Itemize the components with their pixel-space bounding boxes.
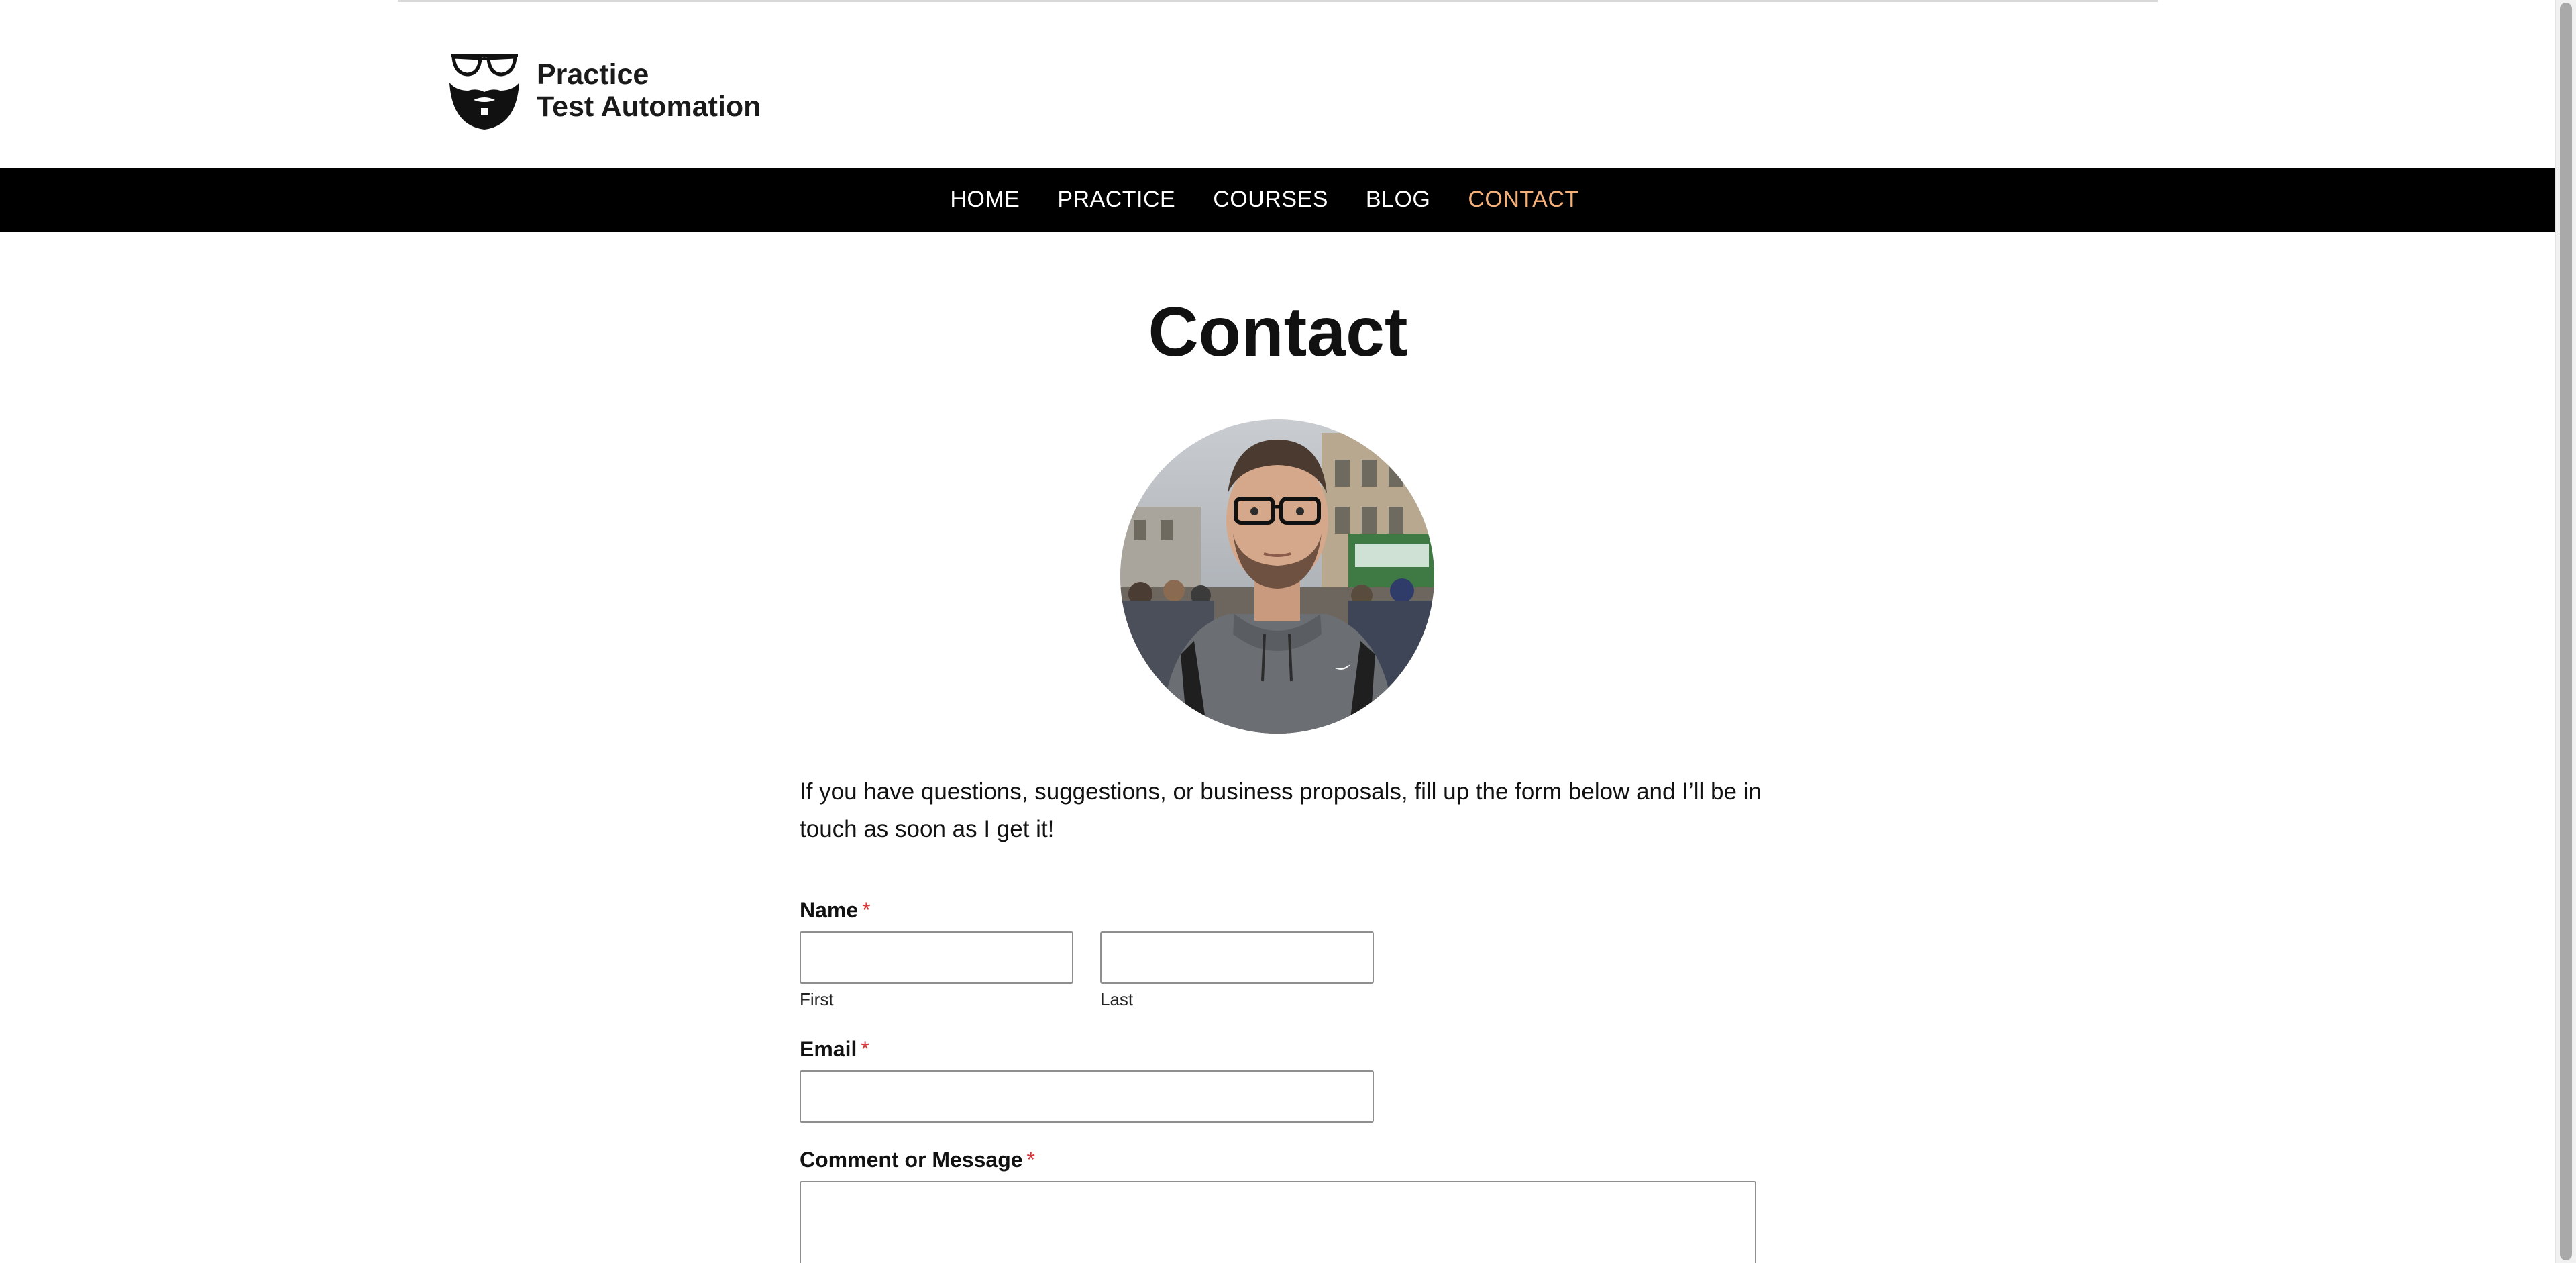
page-scrollbar[interactable] <box>2555 0 2576 1263</box>
page-viewport: Practice Test Automation HOME PRACTICE C… <box>0 0 2556 1263</box>
nav-item-contact[interactable]: CONTACT <box>1468 187 1578 213</box>
page-title: Contact <box>1148 293 1408 371</box>
nav-item-home[interactable]: HOME <box>950 187 1020 213</box>
author-photo <box>1120 419 1434 734</box>
header-top-border <box>398 0 2158 2</box>
site-logo[interactable]: Practice Test Automation <box>448 47 761 134</box>
email-label: Email * <box>800 1037 869 1062</box>
nav-item-courses[interactable]: COURSES <box>1213 187 1328 213</box>
name-label-text: Name <box>800 898 859 922</box>
bearded-glasses-logo-icon <box>449 54 519 130</box>
logo-line-2: Test Automation <box>537 91 761 123</box>
email-label-text: Email <box>800 1037 857 1061</box>
intro-text: If you have questions, suggestions, or b… <box>800 778 1762 842</box>
logo-text: Practice Test Automation <box>537 58 761 123</box>
name-required-mark: * <box>862 898 871 922</box>
first-name-sublabel: First <box>800 989 834 1009</box>
first-name-input[interactable] <box>800 931 1073 984</box>
nav-item-blog[interactable]: BLOG <box>1366 187 1430 213</box>
last-name-sublabel: Last <box>1100 989 1134 1009</box>
nav-item-practice[interactable]: PRACTICE <box>1057 187 1175 213</box>
message-label-text: Comment or Message <box>800 1148 1023 1172</box>
logo-line-1: Practice <box>537 58 649 91</box>
last-name-input[interactable] <box>1100 931 1374 984</box>
email-required-mark: * <box>861 1037 869 1061</box>
author-photo-image <box>1120 419 1434 734</box>
nav-menu: HOME PRACTICE COURSES BLOG CONTACT <box>0 168 2542 232</box>
message-label: Comment or Message * <box>800 1148 1035 1172</box>
email-input[interactable] <box>800 1070 1374 1123</box>
main-navbar: HOME PRACTICE COURSES BLOG CONTACT <box>0 168 2556 232</box>
scrollbar-thumb[interactable] <box>2560 3 2572 1260</box>
message-required-mark: * <box>1026 1148 1035 1172</box>
name-label: Name * <box>800 898 871 923</box>
message-textarea[interactable] <box>800 1181 1756 1263</box>
